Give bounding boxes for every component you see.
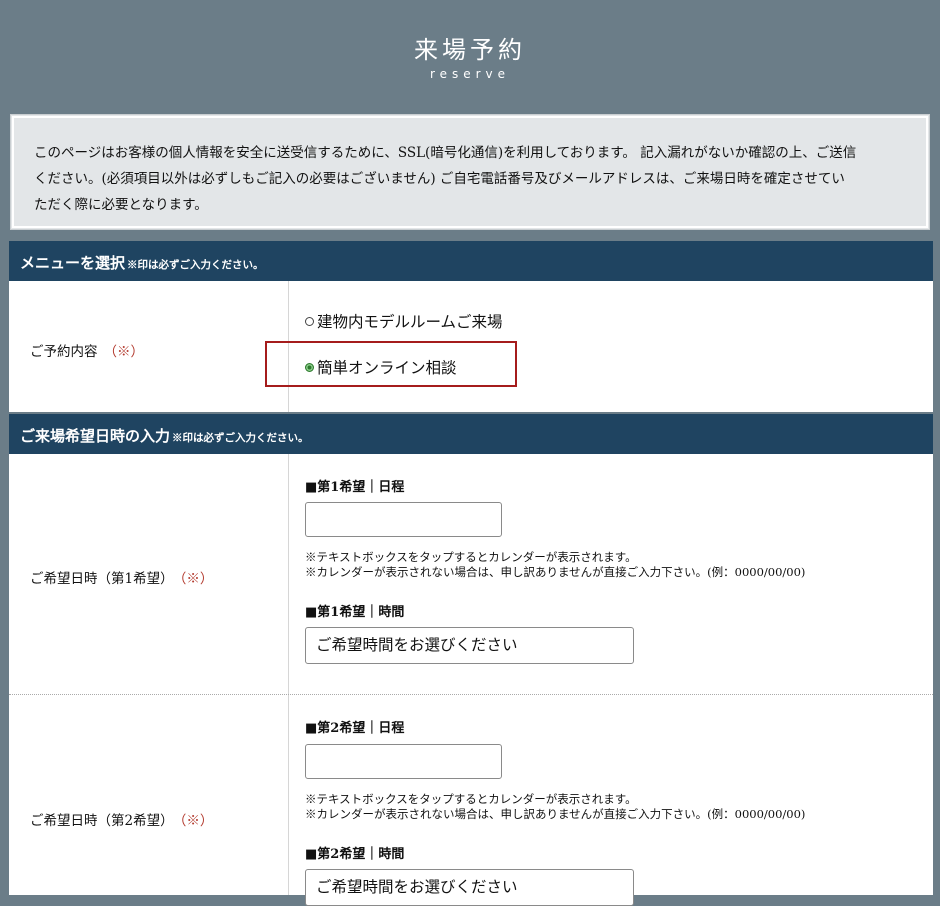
second-choice-time-select[interactable]: ご希望時間をお選びください bbox=[305, 869, 634, 906]
first-choice-date-heading: ■第1希望｜日程 bbox=[305, 480, 405, 495]
menu-panel: ご予約内容 （※） 建物内モデルルームご来場 簡単オンライン相談 bbox=[9, 281, 933, 412]
hint-line-2: ※カレンダーが表示されない場合は、申し訳ありませんが直接ご入力下さい。(例：00… bbox=[305, 806, 806, 821]
radio-option-online-consult[interactable]: 簡単オンライン相談 bbox=[305, 356, 457, 378]
first-choice-label: ご希望日時（第1希望） bbox=[30, 571, 174, 587]
section-title-menu: メニューを選択 bbox=[20, 254, 126, 272]
radio-option-model-room[interactable]: 建物内モデルルームご来場 bbox=[305, 310, 503, 332]
page-subtitle: reserve bbox=[429, 67, 511, 81]
notice-line-1: このページはお客様の個人情報を安全に送受信するために、SSL(暗号化通信)を利用… bbox=[34, 145, 857, 161]
row-divider bbox=[9, 694, 933, 695]
page-title: 来場予約 bbox=[414, 36, 526, 64]
second-choice-label: ご希望日時（第2希望） bbox=[30, 813, 174, 829]
first-choice-time-heading: ■第1希望｜時間 bbox=[305, 605, 405, 620]
second-choice-date-heading: ■第2希望｜日程 bbox=[305, 721, 405, 736]
reservation-type-label: ご予約内容 bbox=[30, 344, 98, 360]
first-choice-date-input[interactable] bbox=[305, 502, 502, 537]
notice-text: このページはお客様の個人情報を安全に送受信するために、SSL(暗号化通信)を利用… bbox=[34, 140, 914, 218]
required-mark: （※） bbox=[179, 813, 214, 829]
hint-line-1: ※テキストボックスをタップするとカレンダーが表示されます。 bbox=[305, 550, 637, 564]
ssl-notice-box: このページはお客様の個人情報を安全に送受信するために、SSL(暗号化通信)を利用… bbox=[10, 114, 930, 230]
radio-label-online-consult: 簡単オンライン相談 bbox=[317, 359, 457, 377]
hint-line-1: ※テキストボックスをタップするとカレンダーが表示されます。 bbox=[305, 792, 637, 806]
first-choice-time-select[interactable]: ご希望時間をお選びください bbox=[305, 627, 634, 664]
page-header: 来場予約 reserve bbox=[0, 0, 940, 113]
section-note-date: ※印は必ずご入力ください。 bbox=[172, 432, 309, 444]
section-title-date: ご来場希望日時の入力 bbox=[20, 427, 171, 445]
first-choice-hint: ※テキストボックスをタップするとカレンダーが表示されます。 ※カレンダーが表示さ… bbox=[305, 550, 805, 579]
section-note-menu: ※印は必ずご入力ください。 bbox=[127, 259, 264, 271]
hint-line-2: ※カレンダーが表示されない場合は、申し訳ありませんが直接ご入力下さい。(例：00… bbox=[305, 564, 806, 579]
section-bar-date: ご来場希望日時の入力 ※印は必ずご入力ください。 bbox=[9, 414, 933, 454]
required-mark: （※） bbox=[103, 344, 145, 360]
radio-label-model-room: 建物内モデルルームご来場 bbox=[317, 313, 503, 331]
notice-line-2: ください。(必須項目以外は必ずしもご記入の必要はございません) ご自宅電話番号及… bbox=[34, 171, 845, 187]
second-choice-time-heading: ■第2希望｜時間 bbox=[305, 847, 405, 862]
second-choice-hint: ※テキストボックスをタップするとカレンダーが表示されます。 ※カレンダーが表示さ… bbox=[305, 792, 805, 821]
required-mark: （※） bbox=[179, 571, 214, 587]
section-bar-menu: メニューを選択 ※印は必ずご入力ください。 bbox=[9, 241, 933, 281]
menu-label-cell: ご予約内容 （※） bbox=[9, 281, 289, 412]
date-panel: ご希望日時（第1希望） （※） ■第1希望｜日程 ※テキストボックスをタップすると… bbox=[9, 454, 933, 906]
notice-line-3: ただく際に必要となります。 bbox=[34, 197, 208, 213]
radio-unchecked-icon[interactable] bbox=[305, 316, 314, 326]
second-choice-date-input[interactable] bbox=[305, 744, 502, 779]
radio-checked-icon[interactable] bbox=[305, 362, 314, 372]
